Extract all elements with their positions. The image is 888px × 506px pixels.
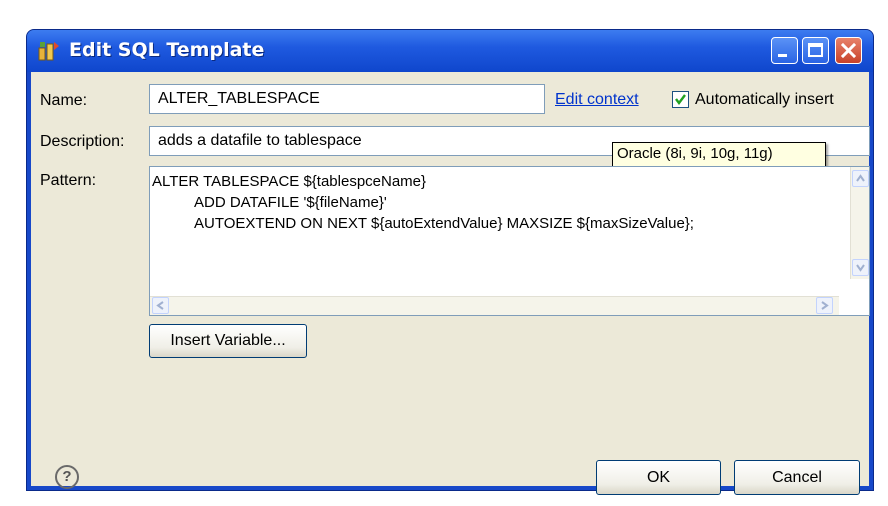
context-tooltip: Oracle (8i, 9i, 10g, 11g) <box>612 142 826 169</box>
pattern-label: Pattern: <box>40 172 97 189</box>
minimize-icon <box>778 54 787 57</box>
chevron-right-icon <box>821 301 829 310</box>
pattern-line: AUTOEXTEND ON NEXT ${autoExtendValue} MA… <box>194 215 694 232</box>
edit-sql-template-dialog: Edit SQL Template Name: ALTER_TABLESPACE… <box>27 30 873 495</box>
help-icon[interactable]: ? <box>55 465 79 489</box>
chevron-up-icon <box>856 174 865 182</box>
maximize-button[interactable] <box>802 37 829 64</box>
dialog-body: Name: ALTER_TABLESPACE Edit context Auto… <box>31 72 870 495</box>
scroll-left-button[interactable] <box>152 297 169 314</box>
insert-variable-button[interactable]: Insert Variable... <box>149 324 307 358</box>
horizontal-scrollbar[interactable] <box>150 296 839 315</box>
name-input[interactable]: ALTER_TABLESPACE <box>149 84 545 114</box>
edit-context-link[interactable]: Edit context <box>555 91 639 109</box>
description-label: Description: <box>40 133 125 150</box>
sql-template-icon <box>37 40 61 62</box>
minimize-button[interactable] <box>771 37 798 64</box>
scroll-down-button[interactable] <box>852 259 869 276</box>
scroll-up-button[interactable] <box>852 170 869 187</box>
chevron-left-icon <box>156 301 164 310</box>
name-label: Name: <box>40 92 88 109</box>
maximize-icon <box>808 43 823 57</box>
chevron-down-icon <box>856 264 865 272</box>
cancel-button[interactable]: Cancel <box>734 460 860 495</box>
checkmark-icon <box>675 94 686 105</box>
pattern-line: ADD DATAFILE '${fileName}' <box>194 194 387 211</box>
close-icon <box>840 42 857 59</box>
pattern-line: ALTER TABLESPACE ${tablespceName} <box>152 173 427 190</box>
auto-insert-checkbox[interactable] <box>672 91 689 108</box>
title-bar[interactable]: Edit SQL Template <box>27 30 873 72</box>
close-button[interactable] <box>835 37 862 64</box>
ok-button[interactable]: OK <box>596 460 721 495</box>
dialog-title: Edit SQL Template <box>69 39 265 61</box>
vertical-scrollbar[interactable] <box>850 167 869 279</box>
auto-insert-label: Automatically insert <box>695 91 834 108</box>
scroll-right-button[interactable] <box>816 297 833 314</box>
pattern-editor[interactable]: ALTER TABLESPACE ${tablespceName} ADD DA… <box>149 166 870 316</box>
